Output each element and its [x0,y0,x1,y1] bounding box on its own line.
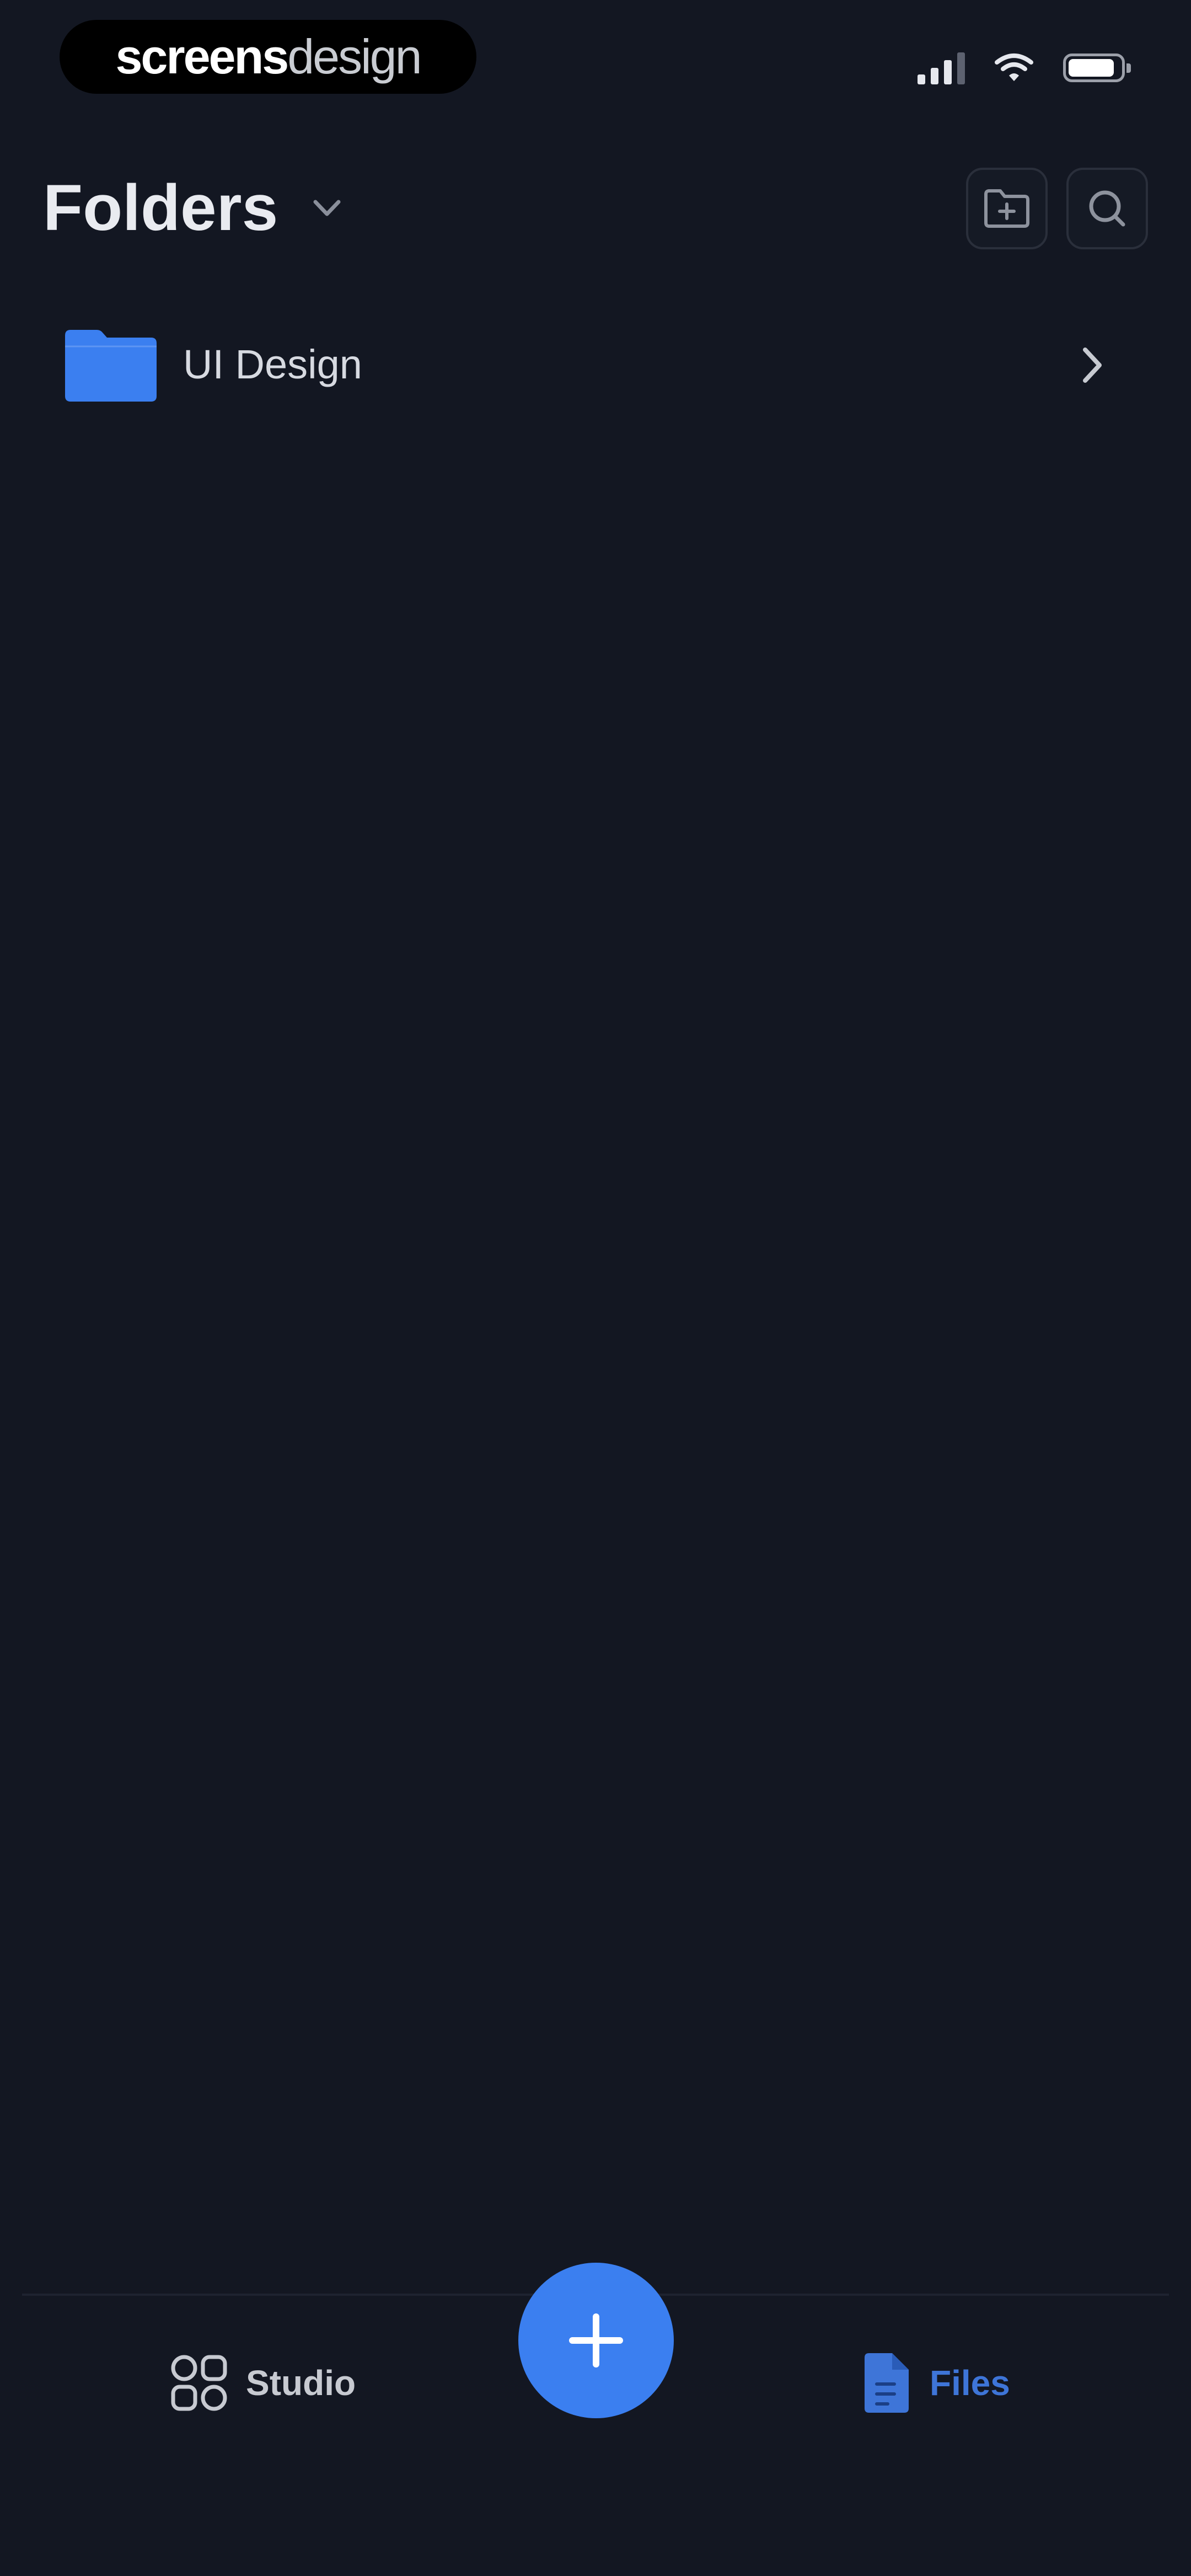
brand-logo: screens design [60,20,476,94]
add-button[interactable] [518,2263,674,2418]
page-title: Folders [43,172,278,244]
search-button[interactable] [1066,168,1148,249]
folder-name: UI Design [183,341,362,387]
new-folder-icon [984,189,1029,228]
tab-files-label: Files [930,2363,1010,2403]
grid-icon [171,2355,227,2411]
tab-studio-label: Studio [246,2363,356,2403]
brand-logo-part1: screens [115,29,289,84]
wifi-icon [995,54,1033,81]
status-bar: screens design [0,0,1191,116]
battery-icon [1063,54,1131,82]
brand-logo-part2: design [287,29,422,84]
search-icon [1089,190,1125,227]
folder-list-item[interactable]: UI Design [0,309,1191,419]
tab-studio[interactable]: Studio [169,2344,356,2422]
header: Folders [0,154,1191,265]
plus-icon [569,2313,623,2367]
file-icon [865,2353,909,2413]
chevron-right-icon [1083,348,1102,383]
status-icons [918,49,1131,87]
folders-title-dropdown[interactable]: Folders [43,175,346,241]
signal-icon [918,51,965,84]
folder-icon [65,330,157,402]
new-folder-button[interactable] [966,168,1048,249]
tab-files[interactable]: Files [860,2344,1010,2422]
chevron-down-icon [313,200,341,216]
